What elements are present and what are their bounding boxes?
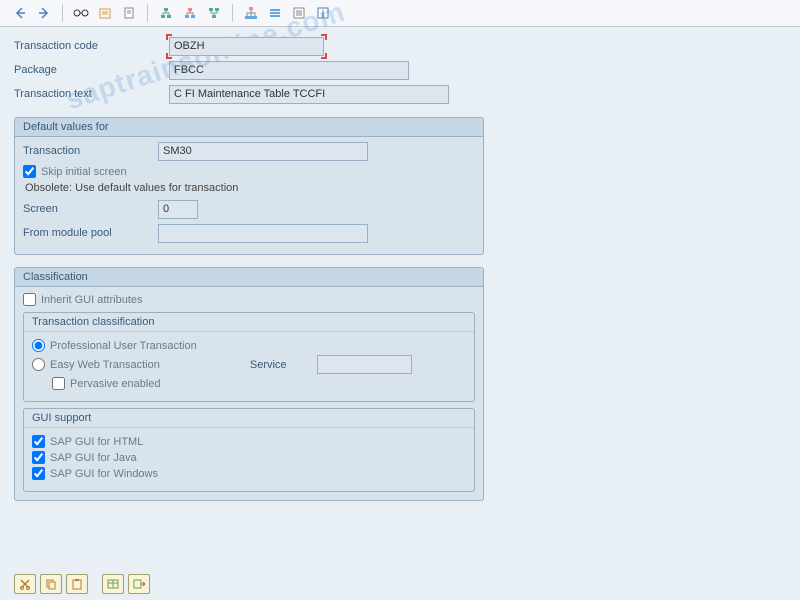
spacer bbox=[92, 574, 98, 594]
transaction-code-input[interactable] bbox=[169, 37, 324, 56]
gui-windows-checkbox[interactable] bbox=[32, 467, 45, 480]
inherit-gui-label: Inherit GUI attributes bbox=[41, 294, 143, 306]
list-icon[interactable] bbox=[289, 3, 309, 23]
inherit-gui-checkbox[interactable] bbox=[23, 293, 36, 306]
skip-initial-label: Skip initial screen bbox=[41, 166, 127, 178]
service-input[interactable] bbox=[317, 355, 412, 374]
highlight-corner bbox=[166, 34, 172, 40]
transaction-classification-title: Transaction classification bbox=[24, 313, 474, 332]
highlight-corner bbox=[321, 53, 327, 59]
tree-icon[interactable] bbox=[241, 3, 261, 23]
bottom-toolbar bbox=[14, 574, 150, 594]
module-pool-label: From module pool bbox=[23, 227, 158, 239]
svg-text:i: i bbox=[322, 9, 325, 20]
document-icon[interactable] bbox=[119, 3, 139, 23]
glasses-icon[interactable] bbox=[71, 3, 91, 23]
screen-label: Screen bbox=[23, 203, 158, 215]
separator bbox=[147, 4, 148, 22]
default-transaction-label: Transaction bbox=[23, 145, 158, 157]
gui-html-label: SAP GUI for HTML bbox=[50, 436, 143, 448]
hierarchy-down-icon[interactable] bbox=[204, 3, 224, 23]
gui-html-checkbox[interactable] bbox=[32, 435, 45, 448]
default-transaction-input[interactable] bbox=[158, 142, 368, 161]
gui-support-title: GUI support bbox=[24, 409, 474, 428]
copy-icon[interactable] bbox=[40, 574, 62, 594]
professional-label: Professional User Transaction bbox=[50, 340, 197, 352]
package-label: Package bbox=[14, 64, 169, 76]
paste-icon[interactable] bbox=[66, 574, 88, 594]
screen-input[interactable] bbox=[158, 200, 198, 219]
easy-web-radio[interactable] bbox=[32, 358, 45, 371]
default-values-groupbox: Default values for Transaction Skip init… bbox=[14, 117, 484, 255]
professional-radio[interactable] bbox=[32, 339, 45, 352]
service-label: Service bbox=[250, 359, 287, 371]
gui-support-groupbox: GUI support SAP GUI for HTML SAP GUI for… bbox=[23, 408, 475, 492]
execute-icon[interactable] bbox=[128, 574, 150, 594]
content-area: Transaction code Package Transaction tex… bbox=[0, 27, 800, 509]
transaction-classification-groupbox: Transaction classification Professional … bbox=[23, 312, 475, 402]
hierarchy-up-icon[interactable] bbox=[156, 3, 176, 23]
separator bbox=[232, 4, 233, 22]
gui-windows-label: SAP GUI for Windows bbox=[50, 468, 158, 480]
easy-web-label: Easy Web Transaction bbox=[50, 359, 160, 371]
classification-groupbox: Classification Inherit GUI attributes Tr… bbox=[14, 267, 484, 501]
default-values-title: Default values for bbox=[15, 118, 483, 137]
gui-java-checkbox[interactable] bbox=[32, 451, 45, 464]
pervasive-label: Pervasive enabled bbox=[70, 378, 161, 390]
transaction-code-label: Transaction code bbox=[14, 40, 169, 52]
pervasive-checkbox[interactable] bbox=[52, 377, 65, 390]
stack-icon[interactable] bbox=[265, 3, 285, 23]
highlight-corner bbox=[166, 53, 172, 59]
transaction-text-label: Transaction text bbox=[14, 88, 169, 100]
edit-icon[interactable] bbox=[95, 3, 115, 23]
gui-java-label: SAP GUI for Java bbox=[50, 452, 137, 464]
package-input[interactable] bbox=[169, 61, 409, 80]
module-pool-input[interactable] bbox=[158, 224, 368, 243]
table-icon[interactable] bbox=[102, 574, 124, 594]
hierarchy-icon[interactable] bbox=[180, 3, 200, 23]
back-icon[interactable] bbox=[10, 3, 30, 23]
info-icon[interactable]: i bbox=[313, 3, 333, 23]
obsolete-text: Obsolete: Use default values for transac… bbox=[25, 182, 475, 194]
forward-icon[interactable] bbox=[34, 3, 54, 23]
main-toolbar: i bbox=[0, 0, 800, 27]
skip-initial-checkbox[interactable] bbox=[23, 165, 36, 178]
highlight-corner bbox=[321, 34, 327, 40]
transaction-text-input[interactable] bbox=[169, 85, 449, 104]
classification-title: Classification bbox=[15, 268, 483, 287]
separator bbox=[62, 4, 63, 22]
cut-icon[interactable] bbox=[14, 574, 36, 594]
